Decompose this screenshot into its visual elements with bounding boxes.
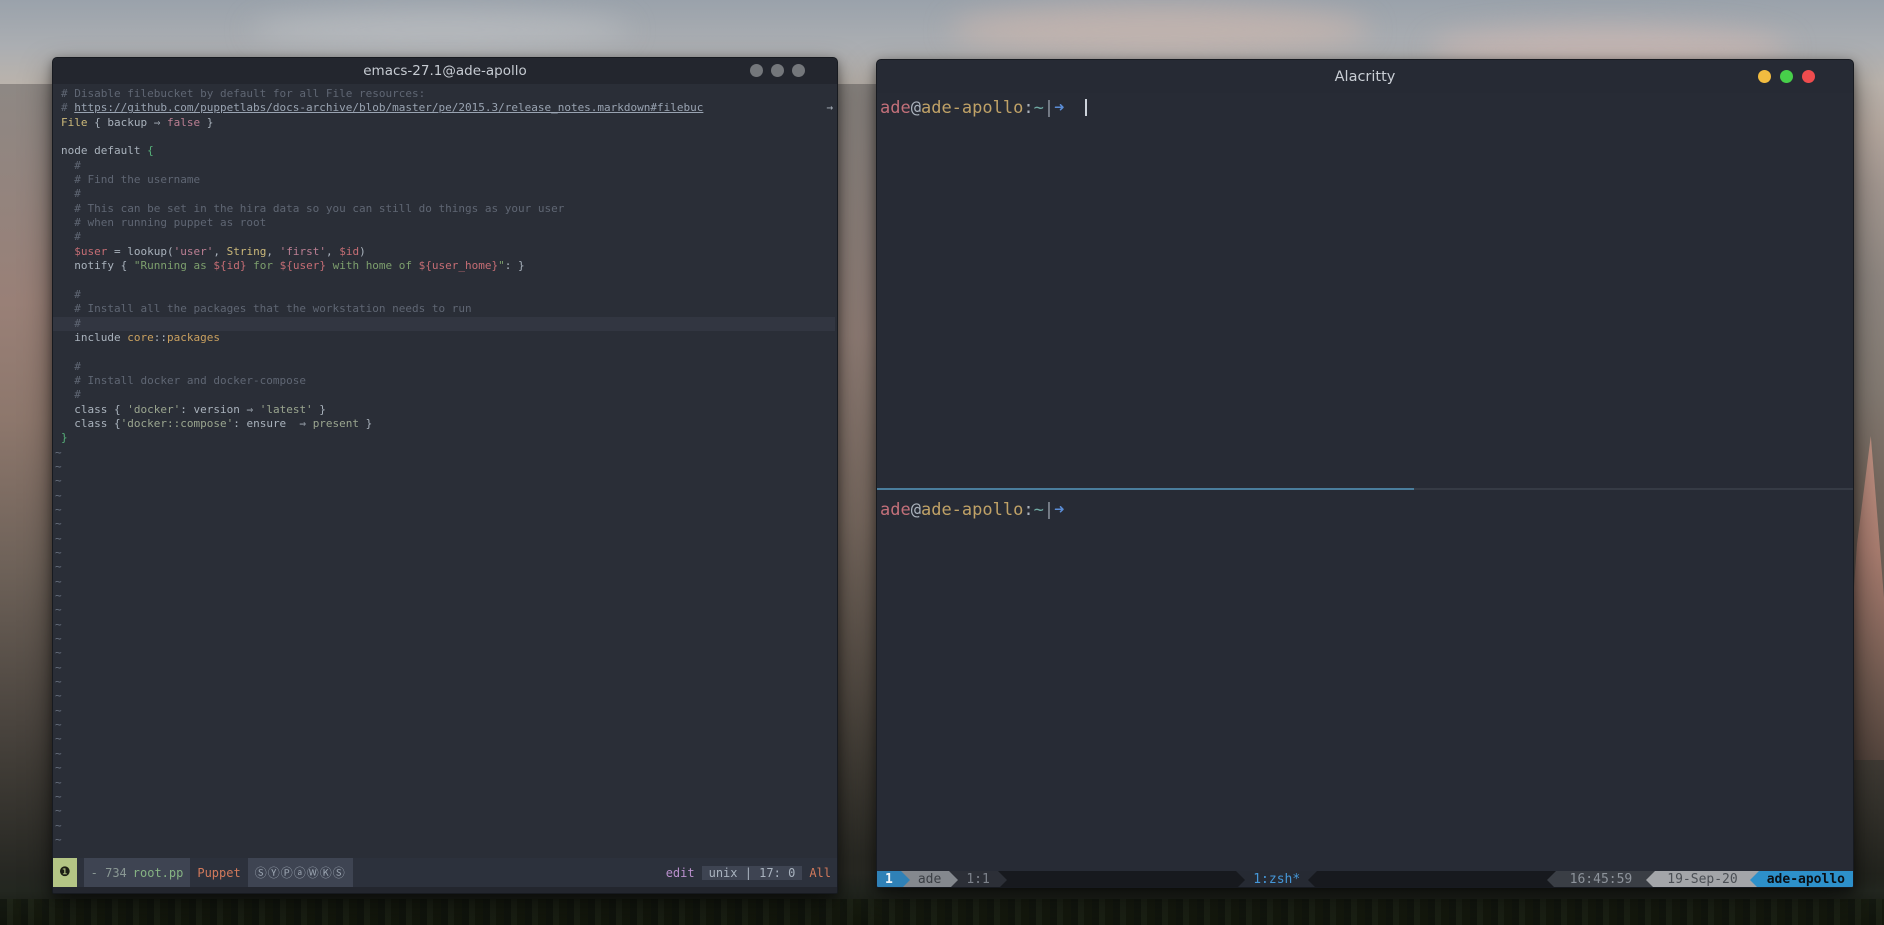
powerline-separator-icon bbox=[901, 871, 910, 888]
mountain-cliff-left bbox=[0, 84, 56, 925]
code-area[interactable]: # Disable filebucket by default for all … bbox=[53, 84, 837, 858]
code-line: # bbox=[61, 360, 835, 374]
terminal-content: ade@ade-apollo:~|➜ ade@ade-apollo:~|➜ bbox=[877, 93, 1853, 871]
minor-modes-indicators: ⓈⓎⓅⓐⓌⓀⓈ bbox=[255, 864, 346, 881]
prompt-pipe: | bbox=[1044, 500, 1054, 520]
code-line: # when running puppet as root bbox=[61, 216, 835, 230]
status-bar-spacer bbox=[1007, 871, 1236, 888]
scroll-position: All bbox=[809, 866, 831, 880]
emacs-modeline: ❶ - 734 root.pp Puppet ⓈⓎⓅⓐⓌⓀⓈ edit unix… bbox=[53, 858, 837, 887]
alacritty-window-buttons bbox=[1758, 70, 1815, 83]
code-line: # https://github.com/puppetlabs/docs-arc… bbox=[61, 101, 835, 115]
tmux-pane-divider[interactable] bbox=[877, 488, 1853, 490]
minor-modes-box: ⓈⓎⓅⓐⓌⓀⓈ bbox=[248, 858, 353, 887]
code-line: # bbox=[53, 317, 835, 331]
terminal-cursor bbox=[1085, 99, 1087, 116]
prompt-host: ade-apollo bbox=[921, 500, 1023, 520]
tmux-pane-bottom[interactable]: ade@ade-apollo:~|➜ bbox=[880, 500, 1850, 521]
tmux-pane-id: 1:1 bbox=[958, 871, 997, 888]
alacritty-window-title: Alacritty bbox=[1335, 69, 1396, 85]
tmux-user: ade bbox=[910, 871, 949, 888]
emacs-window: emacs-27.1@ade-apollo # Disable filebuck… bbox=[52, 57, 838, 894]
line-truncation-arrow-icon: → bbox=[826, 101, 835, 115]
tmux-current-window[interactable]: 1:zsh* bbox=[1245, 871, 1308, 888]
prompt-host: ade-apollo bbox=[921, 98, 1023, 118]
code-line: node default { bbox=[61, 144, 835, 158]
prompt-colon: : bbox=[1023, 98, 1033, 118]
modeline-right-group: edit unix | 17: 0 All bbox=[666, 866, 831, 880]
powerline-separator-icon bbox=[1547, 871, 1556, 888]
prompt-pipe: | bbox=[1044, 98, 1054, 118]
code-line: File { backup ⇒ false } bbox=[61, 116, 835, 130]
code-line: class {'docker::compose': ensure ⇒ prese… bbox=[61, 417, 835, 431]
tmux-hostname: ade-apollo bbox=[1759, 871, 1853, 888]
window-button-icon[interactable] bbox=[750, 64, 763, 77]
alacritty-window: Alacritty ade@ade-apollo:~|➜ ade@ade-apo… bbox=[876, 59, 1854, 888]
code-line: notify { "Running as ${id} for ${user} w… bbox=[61, 259, 835, 273]
window-number-badge: ❶ bbox=[53, 858, 77, 887]
minimize-button-icon[interactable] bbox=[1758, 70, 1771, 83]
powerline-separator-icon bbox=[949, 871, 958, 888]
tmux-clock: 16:45:59 bbox=[1556, 871, 1647, 888]
tmux-session-index: 1 bbox=[877, 871, 901, 888]
maximize-button-icon[interactable] bbox=[1780, 70, 1793, 83]
prompt-user: ade bbox=[880, 500, 911, 520]
prompt-user: ade bbox=[880, 98, 911, 118]
major-mode-label: Puppet bbox=[197, 866, 240, 880]
buffer-size: - 734 bbox=[91, 866, 127, 880]
code-line: # bbox=[61, 388, 835, 402]
prompt-at: @ bbox=[911, 500, 921, 520]
mountain-cliff-middle bbox=[836, 84, 878, 925]
tmux-status-bar: 1 ade 1:1 1:zsh* 16:45:59 19-Sep-20 ade-… bbox=[877, 871, 1853, 888]
code-line bbox=[61, 273, 835, 287]
code-line bbox=[61, 345, 835, 359]
emacs-window-buttons bbox=[750, 64, 805, 77]
prompt-at: @ bbox=[911, 98, 921, 118]
tmux-date: 19-Sep-20 bbox=[1655, 871, 1749, 888]
powerline-separator-icon bbox=[1308, 871, 1317, 888]
empty-line-tilde-column: ~ ~ ~ ~ ~ ~ ~ ~ ~ ~ ~ ~ ~ ~ ~ ~ ~ ~ ~ ~ … bbox=[55, 446, 835, 848]
status-bar-spacer bbox=[1317, 871, 1546, 888]
cloud bbox=[950, 4, 1370, 56]
code-line: # Disable filebucket by default for all … bbox=[61, 87, 835, 101]
encoding-position: unix | 17: 0 bbox=[709, 866, 796, 880]
powerline-separator-icon bbox=[1750, 871, 1759, 888]
powerline-separator-icon bbox=[1236, 871, 1245, 888]
code-line: # bbox=[61, 288, 835, 302]
window-button-icon[interactable] bbox=[771, 64, 784, 77]
editor-state-label: edit bbox=[666, 866, 695, 880]
code-line: # bbox=[61, 159, 835, 173]
code-line: # bbox=[61, 230, 835, 244]
window-button-icon[interactable] bbox=[792, 64, 805, 77]
code-line: $user = lookup('user', String, 'first', … bbox=[61, 245, 835, 259]
prompt-path: ~ bbox=[1034, 98, 1044, 118]
emacs-echo-area[interactable] bbox=[53, 887, 837, 894]
prompt-colon: : bbox=[1023, 500, 1033, 520]
alacritty-titlebar[interactable]: Alacritty bbox=[877, 60, 1853, 93]
buffer-info-box: - 734 root.pp bbox=[84, 858, 191, 887]
tree-line bbox=[0, 899, 1884, 925]
encoding-position-box: unix | 17: 0 bbox=[702, 866, 803, 880]
code-line: class { 'docker': version ⇒ 'latest' } bbox=[61, 403, 835, 417]
prompt-path: ~ bbox=[1034, 500, 1044, 520]
code-line: } bbox=[61, 431, 835, 445]
code-line: # Install docker and docker-compose bbox=[61, 374, 835, 388]
code-line: # Install all the packages that the work… bbox=[61, 302, 835, 316]
code-line: # This can be set in the hira data so yo… bbox=[61, 202, 835, 216]
code-line: # bbox=[61, 187, 835, 201]
powerline-separator-icon bbox=[998, 871, 1007, 888]
code-line bbox=[61, 130, 835, 144]
buffer-name: root.pp bbox=[133, 866, 184, 880]
tmux-pane-top[interactable]: ade@ade-apollo:~|➜ bbox=[880, 98, 1850, 119]
powerline-separator-icon bbox=[1646, 871, 1655, 888]
prompt-arrow-icon: ➜ bbox=[1054, 500, 1064, 520]
code-line: include core::packages bbox=[61, 331, 835, 345]
emacs-titlebar[interactable]: emacs-27.1@ade-apollo bbox=[53, 58, 837, 84]
prompt-arrow-icon: ➜ bbox=[1054, 98, 1064, 118]
emacs-window-title: emacs-27.1@ade-apollo bbox=[363, 63, 527, 79]
cloud bbox=[250, 10, 630, 50]
close-button-icon[interactable] bbox=[1802, 70, 1815, 83]
code-line: # Find the username bbox=[61, 173, 835, 187]
